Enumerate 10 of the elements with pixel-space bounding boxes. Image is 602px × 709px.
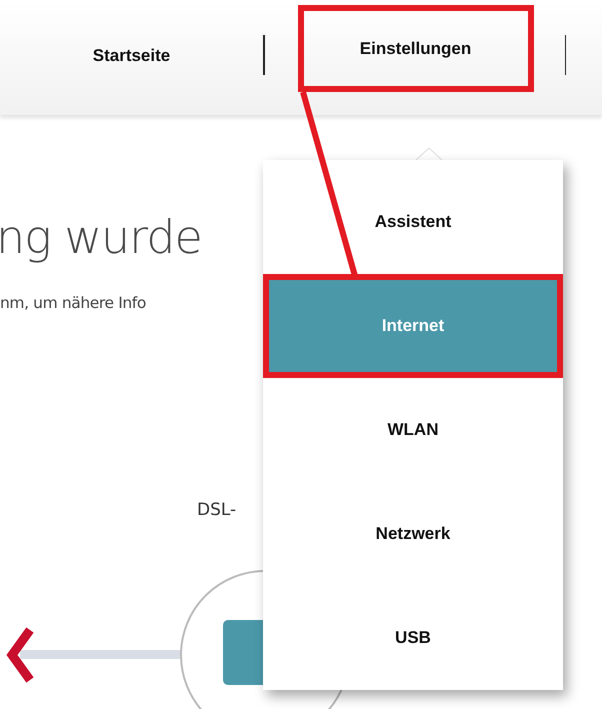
page-heading: ng wurde xyxy=(0,210,202,264)
menu-item[interactable]: WLAN xyxy=(263,378,563,482)
chevron-icon xyxy=(6,627,34,683)
diagram-label: DSL- xyxy=(197,500,236,520)
nav-tab[interactable]: Einstellungen xyxy=(298,5,534,92)
description-text: nm, um nähere Info xyxy=(0,294,146,312)
menu-item[interactable]: Netzwerk xyxy=(263,482,563,586)
menu-item[interactable]: Assistent xyxy=(263,170,563,274)
nav-tab[interactable]: Startseite xyxy=(0,12,263,99)
menu-item[interactable]: USB xyxy=(263,586,563,690)
